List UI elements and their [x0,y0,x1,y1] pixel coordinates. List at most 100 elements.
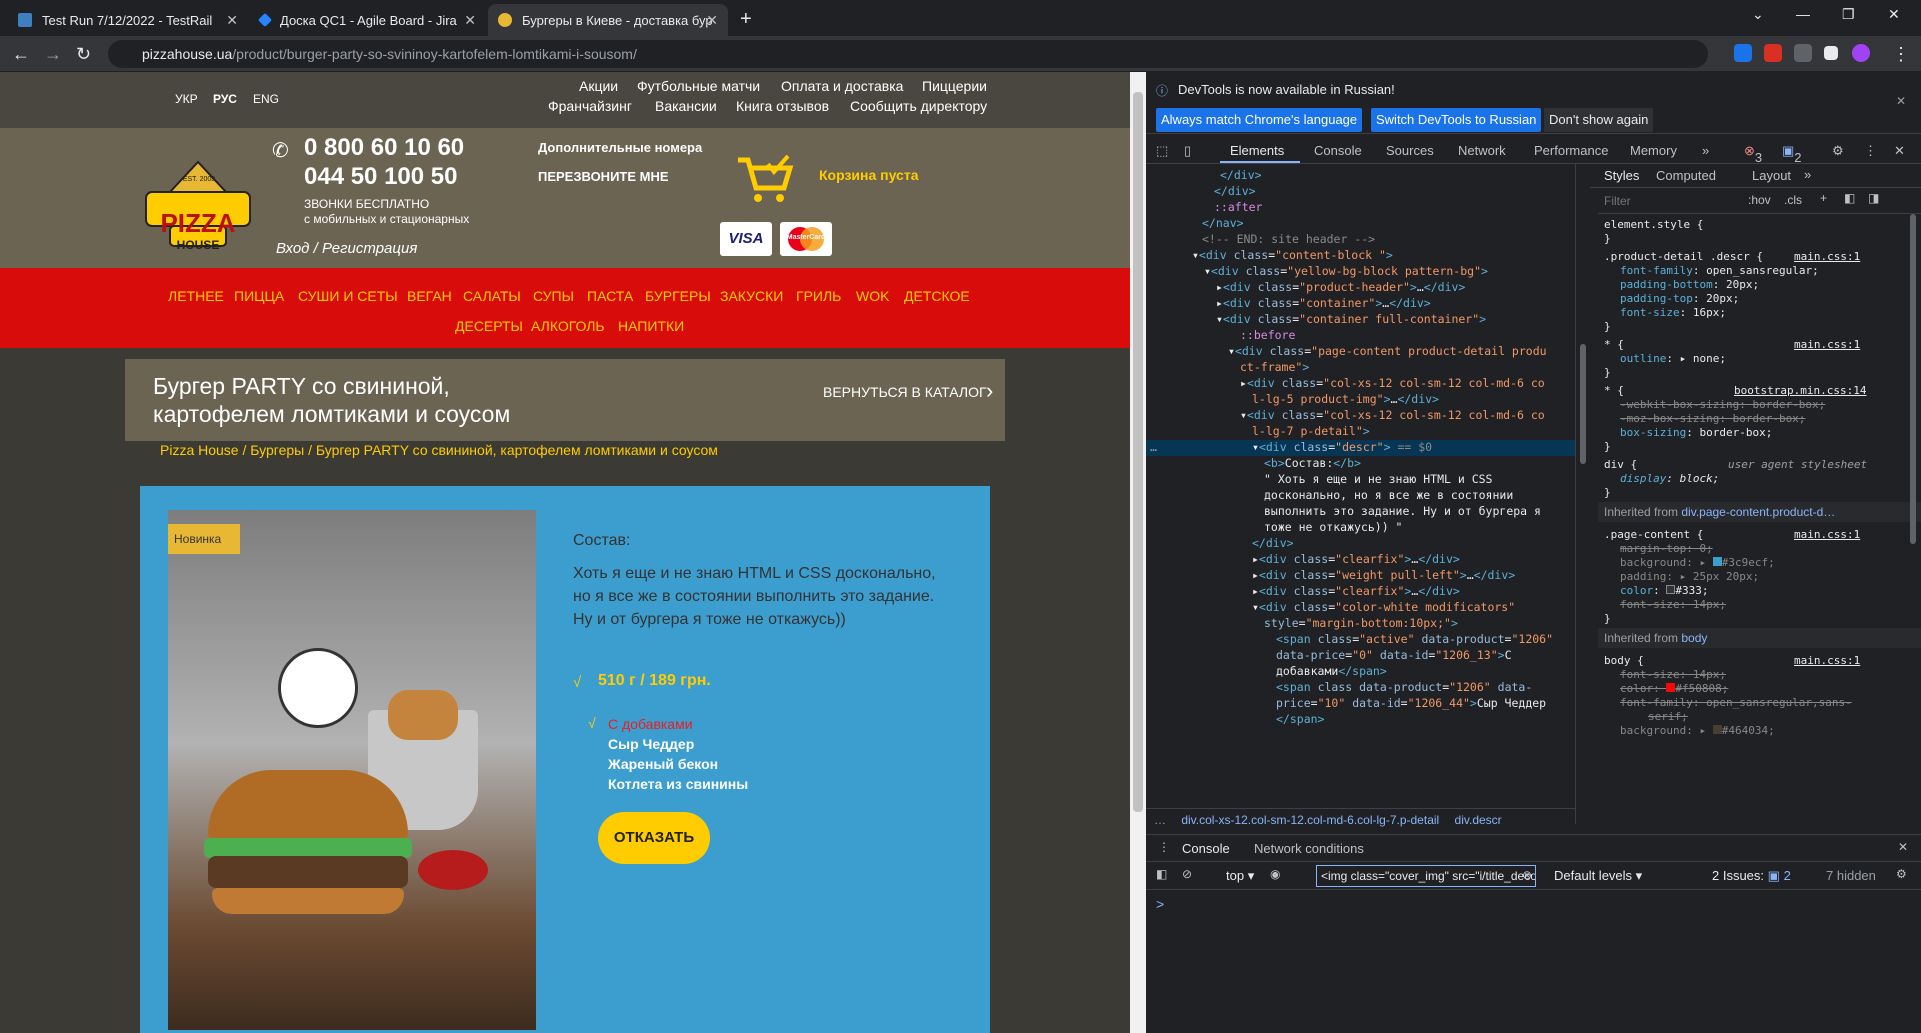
tab-layout[interactable]: Layout [1752,168,1791,183]
tab-testrail[interactable]: Test Run 7/12/2022 - TestRail ✕ [8,4,248,36]
modifier-item[interactable]: Жареный бекон [608,754,748,774]
breadcrumb[interactable]: Pizza House / Бургеры / Бургер PARTY со … [160,442,718,458]
back-icon[interactable]: ← [12,44,30,65]
order-button[interactable]: ОТКАЗАТЬ [598,812,710,864]
styles-filter-input[interactable] [1604,192,1724,210]
cat-pasta[interactable]: ПАСТА [587,288,633,304]
cat-desserts[interactable]: ДЕСЕРТЫ [455,318,523,334]
reload-icon[interactable]: ↻ [76,44,91,65]
lang-ukr[interactable]: УКР [175,92,198,106]
clear-console-icon[interactable]: ⊘ [1182,867,1192,881]
profile-avatar[interactable] [1852,44,1870,62]
cat-wok[interactable]: WOK [856,288,889,304]
lang-rus[interactable]: РУС [213,92,237,106]
messages-badge[interactable]: ▣ 2 [1782,143,1802,165]
cat-vegan[interactable]: ВЕГАН [407,288,452,304]
crumb-descr[interactable]: div.descr [1455,813,1502,827]
cat-alcohol[interactable]: АЛКОГОЛЬ [531,318,605,334]
modifier-item[interactable]: Котлета из свинины [608,774,748,794]
eye-icon[interactable]: ◉ [1270,867,1280,881]
new-tab-button[interactable]: + [740,8,752,31]
menu-icon[interactable]: ⋮ [1892,44,1910,65]
cat-drinks[interactable]: НАПИТКИ [618,318,684,334]
paint-icon[interactable]: ◧ [1844,191,1855,205]
dom-tree[interactable]: </div> </div> ::after </nav> <!-- END: s… [1146,164,1576,824]
close-icon[interactable]: ✕ [226,12,238,29]
close-icon[interactable]: ✕ [464,12,476,29]
cat-summer[interactable]: ЛЕТНЕЕ [168,288,224,304]
extension-icon[interactable] [1734,44,1752,62]
menu-franchise[interactable]: Франчайзинг [548,98,632,114]
cat-sushi[interactable]: СУШИ И СЕТЫ [298,288,398,304]
console-prompt[interactable]: > [1156,896,1164,912]
cat-salads[interactable]: САЛАТЫ [463,288,521,304]
close-icon[interactable]: ✕ [706,12,718,29]
tab-search-icon[interactable]: ⌄ [1752,6,1764,23]
console-filter-input[interactable]: <img class="cover_img" src="i/title_deco… [1316,865,1536,887]
more-tabs-icon[interactable]: » [1804,167,1811,182]
menu-report[interactable]: Сообщить директору [850,98,987,114]
sidepanel-icon[interactable] [1824,46,1838,60]
crumb-pdetail[interactable]: div.col-xs-12.col-sm-12.col-md-6.col-lg-… [1181,813,1439,827]
puzzle-icon[interactable] [1794,44,1812,62]
clear-filter-icon[interactable]: ⊗ [1522,868,1532,882]
settings-icon[interactable]: ⚙ [1832,143,1844,159]
back-to-catalog-link[interactable]: ВЕРНУТЬСЯ В КАТАЛОГ [823,384,987,400]
more-options-icon[interactable]: ⋮ [1864,143,1877,159]
errors-badge[interactable]: ⊗ 3 [1744,143,1762,165]
more-tabs-icon[interactable]: » [1702,143,1709,158]
styles-scrollbar[interactable] [1908,214,1918,824]
drawer-tab-console[interactable]: Console [1182,841,1230,856]
dom-scrollbar[interactable] [1578,164,1588,824]
forward-icon[interactable]: → [44,44,62,65]
tab-jira[interactable]: Доска QC1 - Agile Board - Jira ✕ [250,4,486,36]
cat-burgers[interactable]: БУРГЕРЫ [645,288,711,304]
sidebar-icon[interactable]: ◧ [1156,867,1167,881]
close-icon[interactable]: ✕ [1896,94,1906,108]
sidebar-toggle-icon[interactable]: ◨ [1868,191,1879,205]
drawer-tab-network-conditions[interactable]: Network conditions [1254,841,1364,856]
modifier-active[interactable]: С добавками [608,714,748,734]
menu-vacancies[interactable]: Вакансии [655,98,717,114]
cls-toggle[interactable]: .cls [1784,193,1802,207]
menu-pizzerias[interactable]: Пиццерии [922,78,987,94]
issues-button[interactable]: 2 Issues: ▣ 2 [1712,868,1791,884]
phone-number-1[interactable]: 0 800 60 10 60 [304,134,464,162]
chevron-right-icon[interactable]: › [986,378,993,404]
callback-link[interactable]: ПЕРЕЗВОНИТЕ МНЕ [538,169,669,184]
tab-memory[interactable]: Memory [1630,143,1677,158]
close-window-icon[interactable]: ✕ [1888,6,1900,23]
menu-payment[interactable]: Оплата и доставка [781,78,903,94]
login-link[interactable]: Вход / Регистрация [276,240,417,257]
lang-eng[interactable]: ENG [253,92,279,106]
cat-kids[interactable]: ДЕТСКОЕ [904,288,970,304]
extra-numbers-link[interactable]: Дополнительные номера [538,140,702,155]
tab-styles[interactable]: Styles [1604,168,1639,183]
menu-promo[interactable]: Акции [579,78,618,94]
dont-show-button[interactable]: Don't show again [1544,108,1654,132]
restore-icon[interactable]: ❐ [1842,6,1855,23]
console-settings-icon[interactable]: ⚙ [1896,867,1907,881]
drawer-menu-icon[interactable]: ⋮ [1158,840,1170,854]
tab-pizzahouse[interactable]: Бургеры в Киеве - доставка бур ✕ [488,4,728,36]
cat-grill[interactable]: ГРИЛЬ [796,288,841,304]
tab-computed[interactable]: Computed [1656,168,1716,183]
close-drawer-icon[interactable]: ✕ [1898,840,1908,854]
match-language-button[interactable]: Always match Chrome's language [1156,108,1363,132]
context-select[interactable]: top ▾ [1226,868,1254,884]
close-devtools-icon[interactable]: ✕ [1894,143,1905,159]
cat-soups[interactable]: СУПЫ [533,288,574,304]
cart-icon[interactable] [736,154,794,204]
add-rule-icon[interactable]: + [1820,191,1827,205]
hov-toggle[interactable]: :hov [1748,193,1771,207]
page-scrollbar[interactable] [1130,72,1146,1033]
styles-pane[interactable]: element.style { } .product-detail .descr… [1598,214,1921,874]
modifier-item[interactable]: Сыр Чеддер [608,734,748,754]
menu-reviews[interactable]: Книга отзывов [736,98,829,114]
address-bar[interactable]: pizzahouse.ua/product/burger-party-so-sv… [108,40,1708,68]
menu-football[interactable]: Футбольные матчи [637,78,760,94]
cart-status[interactable]: Корзина пуста [819,167,918,183]
cat-pizza[interactable]: ПИЦЦА [234,288,284,304]
phone-number-2[interactable]: 044 50 100 50 [304,163,457,191]
adblock-icon[interactable] [1764,44,1782,62]
